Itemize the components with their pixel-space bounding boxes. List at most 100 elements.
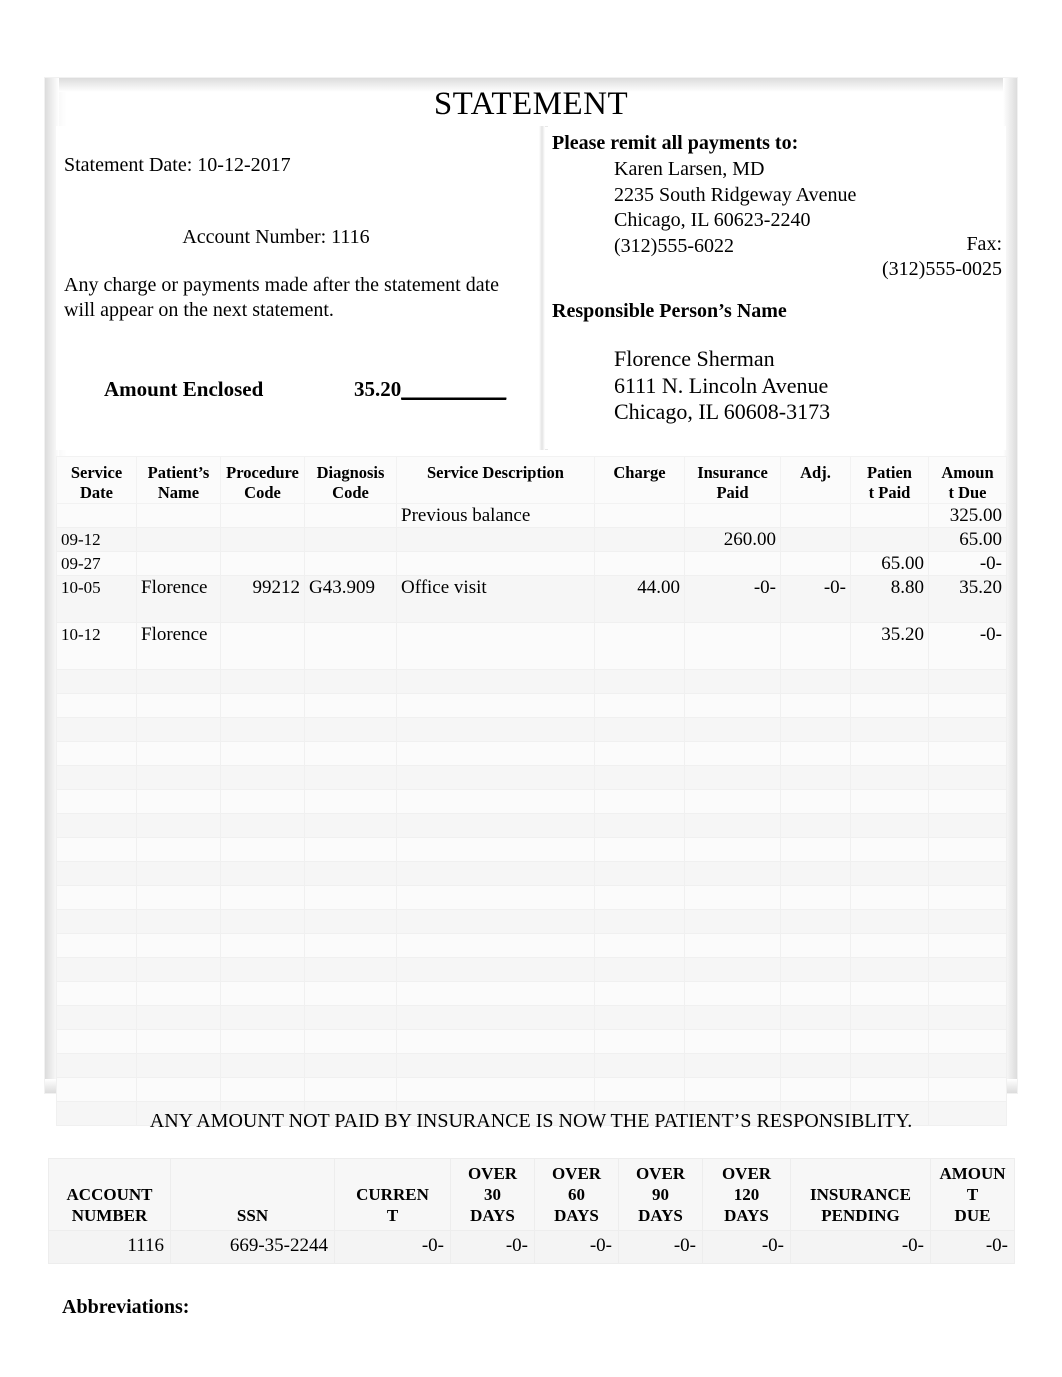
responsible-person-address-block: Florence Sherman 6111 N. Lincoln Avenue …	[614, 346, 830, 426]
cell-service-date	[56, 503, 137, 528]
cell-empty	[220, 861, 305, 886]
cell-empty	[684, 693, 781, 718]
cell-adj	[780, 503, 851, 528]
cell-empty	[56, 909, 137, 934]
cell-adj	[780, 551, 851, 576]
col-charge: Charge	[594, 456, 685, 504]
cell-amount-due: 325.00	[928, 503, 1007, 528]
provider-phone: (312)555-6022	[614, 234, 734, 257]
table-row-empty	[56, 1005, 1007, 1030]
cell-empty	[850, 789, 929, 814]
cell-empty	[594, 741, 685, 766]
cell-patient-name	[136, 503, 221, 528]
cell-service-description	[396, 551, 595, 576]
cell-procedure-code	[220, 622, 305, 670]
cell-empty	[850, 957, 929, 982]
cell-service-description: Previous balance	[396, 503, 595, 528]
cell-insurance-paid: 260.00	[684, 527, 781, 552]
cell-empty	[928, 669, 1007, 694]
cell-patient-paid	[850, 527, 929, 552]
cell-empty	[396, 1005, 595, 1030]
cell-empty	[56, 789, 137, 814]
charges-table-head: Service Date Patient’s Name Procedure Code …	[56, 456, 1007, 504]
cell-empty	[684, 981, 781, 1006]
cell-empty	[780, 1077, 851, 1102]
table-row: 09-27 65.00 -0-	[56, 551, 1007, 576]
cell-procedure-code	[220, 503, 305, 528]
cell-empty	[56, 861, 137, 886]
amount-enclosed-blank-line: __________	[401, 377, 507, 401]
cell-empty	[396, 837, 595, 862]
table-row-empty	[56, 741, 1007, 766]
cell-empty	[594, 837, 685, 862]
cell-empty	[594, 933, 685, 958]
cell-empty	[220, 885, 305, 910]
cell-empty	[850, 693, 929, 718]
cell-empty	[220, 837, 305, 862]
cell-empty	[594, 813, 685, 838]
cell-empty	[780, 861, 851, 886]
table-row-empty	[56, 765, 1007, 790]
charges-table: Service Date Patient’s Name Procedure Code …	[56, 456, 1007, 1126]
cell-empty	[928, 1005, 1007, 1030]
cell-procedure-code	[220, 551, 305, 576]
cell-empty	[304, 837, 397, 862]
cell-empty	[684, 885, 781, 910]
cell-empty	[780, 741, 851, 766]
cell-empty	[684, 1005, 781, 1030]
cell-empty	[684, 717, 781, 742]
cell-empty	[684, 741, 781, 766]
cell-empty	[396, 741, 595, 766]
cell-patient-name: Florence	[136, 575, 221, 623]
cell-empty	[304, 1077, 397, 1102]
cell-empty	[594, 957, 685, 982]
cell-empty	[56, 957, 137, 982]
cell-empty	[594, 861, 685, 886]
aging-table-wrapper: ACCOUNT NUMBER SSN CURREN T OVER 30 DAYS OVER 60 D…	[48, 1158, 1015, 1264]
cell-diagnosis-code	[304, 622, 397, 670]
cell-empty	[850, 1077, 929, 1102]
cell-empty	[56, 981, 137, 1006]
table-row: 10-05 Florence 99212 G43.909 Office visit 44.…	[56, 575, 1007, 623]
table-row-empty	[56, 789, 1007, 814]
abbreviations-label: Abbreviations:	[62, 1296, 190, 1318]
cell-empty	[396, 789, 595, 814]
table-row: 09-12 260.00 65.00	[56, 527, 1007, 552]
cell-empty	[396, 861, 595, 886]
provider-city-state-zip: Chicago, IL 60623-2240	[614, 209, 811, 231]
responsible-person-city-state-zip: Chicago, IL 60608-3173	[614, 399, 831, 424]
col-over-90-days: OVER 90 DAYS	[618, 1158, 703, 1231]
cell-empty	[928, 693, 1007, 718]
col-ssn: SSN	[170, 1158, 335, 1231]
cell-empty	[304, 885, 397, 910]
cell-empty	[780, 765, 851, 790]
statement-page: STATEMENT Statement Date: 10-12-2017 Acc…	[0, 0, 1062, 1377]
cell-empty	[304, 813, 397, 838]
cell-empty	[136, 789, 221, 814]
cell-diagnosis-code	[304, 527, 397, 552]
cell-diagnosis-code: G43.909	[304, 575, 397, 623]
table-row-empty	[56, 909, 1007, 934]
value-insurance-pending: -0-	[790, 1230, 931, 1264]
col-amount-due: Amoun t Due	[928, 456, 1007, 504]
cell-empty	[396, 1029, 595, 1054]
cell-empty	[56, 933, 137, 958]
cell-empty	[850, 1053, 929, 1078]
cell-empty	[928, 1053, 1007, 1078]
amount-enclosed-value-field[interactable]: 35.20__________	[354, 377, 506, 402]
cell-empty	[780, 717, 851, 742]
cell-service-date: 09-27	[56, 551, 137, 576]
cell-empty	[304, 957, 397, 982]
cell-procedure-code: 99212	[220, 575, 305, 623]
table-row-empty	[56, 693, 1007, 718]
cell-empty	[136, 1053, 221, 1078]
cell-empty	[594, 1005, 685, 1030]
cell-empty	[136, 693, 221, 718]
cell-empty	[396, 765, 595, 790]
cell-service-description: Office visit	[396, 575, 595, 623]
cell-empty	[780, 837, 851, 862]
provider-street: 2235 South Ridgeway Avenue	[614, 183, 857, 206]
cell-empty	[928, 717, 1007, 742]
cell-empty	[928, 837, 1007, 862]
cell-charge	[594, 527, 685, 552]
